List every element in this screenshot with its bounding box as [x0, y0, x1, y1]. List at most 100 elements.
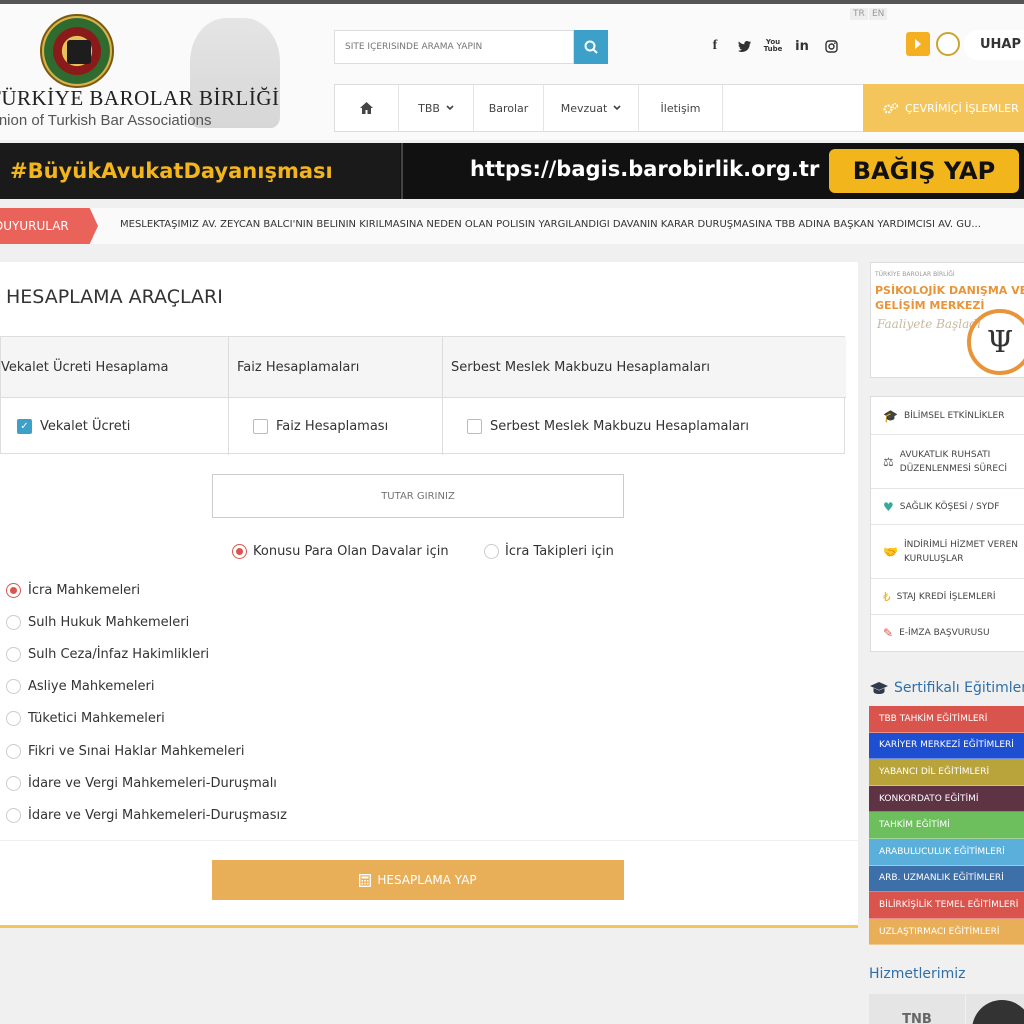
search-icon [584, 40, 598, 54]
court-label: Fikri ve Sınai Haklar Mahkemeleri [28, 743, 245, 759]
sidebar-item-label: E-İMZA BAŞVURUSU [899, 628, 990, 638]
uhap-seal-icon[interactable] [936, 32, 960, 56]
court-option[interactable]: Sulh Hukuk Mahkemeleri [6, 606, 287, 638]
bar-association-seal-logo[interactable] [40, 14, 114, 88]
sidebar-item-scientific-events[interactable]: 🎓 BİLİMSEL ETKİNLİKLER [871, 397, 1024, 435]
service-thumbnail[interactable]: TNB [869, 994, 965, 1024]
announcement-ticker[interactable]: MESLEKTAŞIMIZ AV. ZEYCAN BALCI'NIN BELİN… [120, 219, 1010, 230]
cert-item[interactable]: BİLİRKİŞİLİK TEMEL EĞİTİMLERİ [869, 892, 1024, 919]
banner-url: https://bagis.barobirlik.org.tr [470, 157, 820, 181]
radio-icon[interactable] [6, 743, 21, 759]
option-receipt[interactable]: Serbest Meslek Makbuzu Hesaplamaları [443, 397, 846, 455]
radio-selected-icon[interactable] [232, 544, 247, 559]
donate-button[interactable]: BAĞIŞ YAP [829, 149, 1019, 193]
graduation-cap-icon: 🎓 [883, 408, 898, 423]
linkedin-icon[interactable]: in [790, 34, 814, 58]
court-option[interactable]: Sulh Ceza/İnfaz Hakimlikleri [6, 638, 287, 670]
column-header-interest: Faiz Hesaplamaları [229, 337, 443, 397]
twitter-icon[interactable] [732, 34, 756, 58]
calculate-button[interactable]: HESAPLAMA YAP [212, 860, 624, 900]
court-list: İcra Mahkemeleri Sulh Hukuk Mahkemeleri … [6, 574, 287, 832]
uhap-arrow-icon[interactable] [906, 32, 930, 56]
site-header: TÜRKİYE BAROLAR BİRLİĞİ Union of Turkish… [0, 0, 1024, 140]
radio-icon[interactable] [6, 711, 21, 727]
sidebar-item-label: İNDİRİMLİ HİZMET VEREN KURULUŞLAR [903, 539, 1019, 564]
uhap-login-link[interactable]: UHAP GİRİŞ [964, 30, 1024, 60]
service-thumbnail[interactable] [966, 994, 1024, 1024]
psychological-counseling-ad[interactable]: TÜRKİYE BAROLAR BİRLİĞİ PSİKOLOJİK DANIŞ… [870, 262, 1024, 378]
option-attorney-fee-label: Vekalet Ücreti [40, 419, 131, 434]
pen-icon: ✎ [883, 626, 894, 640]
court-label: İcra Mahkemeleri [28, 582, 141, 598]
option-attorney-fee[interactable]: ✓ Vekalet Ücreti [1, 397, 229, 455]
search-button[interactable] [574, 30, 608, 64]
checkbox-icon[interactable] [467, 419, 482, 434]
cert-item[interactable]: ARB. UZMANLIK EĞİTİMLERİ [869, 865, 1024, 893]
sidebar-item-label: SAĞLIK KÖŞESİ / SYDF [899, 501, 1000, 512]
radio-icon[interactable] [6, 614, 21, 630]
case-type-money[interactable]: Konusu Para Olan Davalar için [232, 544, 449, 559]
facebook-icon[interactable]: f [703, 34, 727, 58]
radio-icon[interactable] [6, 646, 21, 662]
cert-item[interactable]: TAHKİM EĞİTİMİ [869, 812, 1024, 839]
court-option[interactable]: İdare ve Vergi Mahkemeleri-Duruşmalı [6, 767, 287, 799]
donation-banner[interactable]: #BüyükAvukatDayanışması https://bagis.ba… [0, 143, 1024, 199]
court-label: Sulh Hukuk Mahkemeleri [28, 614, 190, 630]
lang-en[interactable]: EN [869, 8, 888, 20]
brand-title[interactable]: TÜRKİYE BAROLAR BİRLİĞİ [0, 86, 279, 111]
cert-item[interactable]: KARİYER MERKEZİ EĞİTİMLERİ [869, 732, 1024, 760]
nav-barolar[interactable]: Barolar [474, 85, 544, 131]
radio-icon[interactable] [6, 807, 21, 823]
nav-mevzuat[interactable]: Mevzuat [544, 85, 639, 131]
chevron-down-icon [446, 105, 454, 111]
nav-tbb-label: TBB [418, 101, 440, 115]
court-option[interactable]: Asliye Mahkemeleri [6, 671, 287, 703]
search-input[interactable] [334, 30, 574, 64]
banner-hashtag: #BüyükAvukatDayanışması [0, 143, 400, 199]
youtube-icon[interactable]: You Tube [761, 34, 785, 58]
court-option[interactable]: İcra Mahkemeleri [6, 574, 287, 606]
court-option[interactable]: İdare ve Vergi Mahkemeleri-Duruşmasız [6, 799, 287, 831]
nav-tbb[interactable]: TBB [399, 85, 474, 131]
sidebar-item-internship-credit[interactable]: ₺ STAJ KREDİ İŞLEMLERİ [871, 579, 1024, 615]
court-option[interactable]: Fikri ve Sınai Haklar Mahkemeleri [6, 735, 287, 767]
sidebar-item-license[interactable]: ⚖ AVUKATLIK RUHSATI DÜZENLENMESİ SÜRECİ [871, 435, 1024, 489]
cert-item[interactable]: YABANCI DİL EĞİTİMLERİ [869, 759, 1024, 786]
sidebar-item-e-signature[interactable]: ✎ E-İMZA BAŞVURUSU [871, 615, 1024, 651]
brand-subtitle: Union of Turkish Bar Associations [0, 112, 212, 129]
radio-icon[interactable] [6, 679, 21, 695]
calculator-icon [359, 873, 372, 887]
sidebar-item-discounts[interactable]: 🤝 İNDİRİMLİ HİZMET VEREN KURULUŞLAR [871, 525, 1024, 579]
case-type-enforcement[interactable]: İcra Takipleri için [484, 544, 614, 559]
option-receipt-label: Serbest Meslek Makbuzu Hesaplamaları [490, 419, 750, 434]
ad-tagline: Faaliyete Başladı [877, 317, 981, 331]
court-label: İdare ve Vergi Mahkemeleri-Duruşmasız [28, 807, 287, 823]
online-services-button[interactable]: ÇEVRİMİÇİ İŞLEMLER [863, 84, 1024, 132]
instagram-icon[interactable] [819, 34, 843, 58]
radio-selected-icon[interactable] [6, 582, 21, 598]
option-interest[interactable]: Faiz Hesaplaması [229, 397, 443, 455]
radio-icon[interactable] [484, 544, 499, 559]
main-nav: TBB Barolar Mevzuat İletişim [334, 84, 864, 132]
online-services-label: ÇEVRİMİÇİ İŞLEMLER [905, 101, 1019, 115]
court-option[interactable]: Tüketici Mahkemeleri [6, 703, 287, 735]
cert-item[interactable]: KONKORDATO EĞİTİMİ [869, 785, 1024, 813]
cert-item[interactable]: UZLAŞTIRMACI EĞİTİMLERİ [869, 918, 1024, 946]
nav-iletisim[interactable]: İletişim [639, 85, 723, 131]
sidebar-quick-links: 🎓 BİLİMSEL ETKİNLİKLER ⚖ AVUKATLIK RUHSA… [870, 396, 1024, 652]
option-interest-label: Faiz Hesaplaması [276, 419, 389, 434]
checkbox-icon[interactable] [253, 419, 268, 434]
services-heading: Hizmetlerimiz [869, 966, 966, 982]
cert-item[interactable]: TBB TAHKİM EĞİTİMLERİ [869, 706, 1024, 733]
radio-icon[interactable] [6, 775, 21, 791]
sidebar-item-label: BİLİMSEL ETKİNLİKLER [903, 410, 1005, 421]
sidebar-item-health[interactable]: ♥ SAĞLIK KÖŞESİ / SYDF [871, 489, 1024, 525]
lang-tr[interactable]: TR [850, 8, 868, 20]
amount-input[interactable] [212, 474, 624, 518]
cert-item[interactable]: ARABULUCULUK EĞİTİMLERİ [869, 838, 1024, 866]
chevron-down-icon [613, 105, 621, 111]
court-label: Sulh Ceza/İnfaz Hakimlikleri [28, 646, 210, 662]
checkbox-checked-icon[interactable]: ✓ [17, 419, 32, 434]
nav-home[interactable] [335, 85, 399, 131]
nav-barolar-label: Barolar [488, 101, 529, 115]
